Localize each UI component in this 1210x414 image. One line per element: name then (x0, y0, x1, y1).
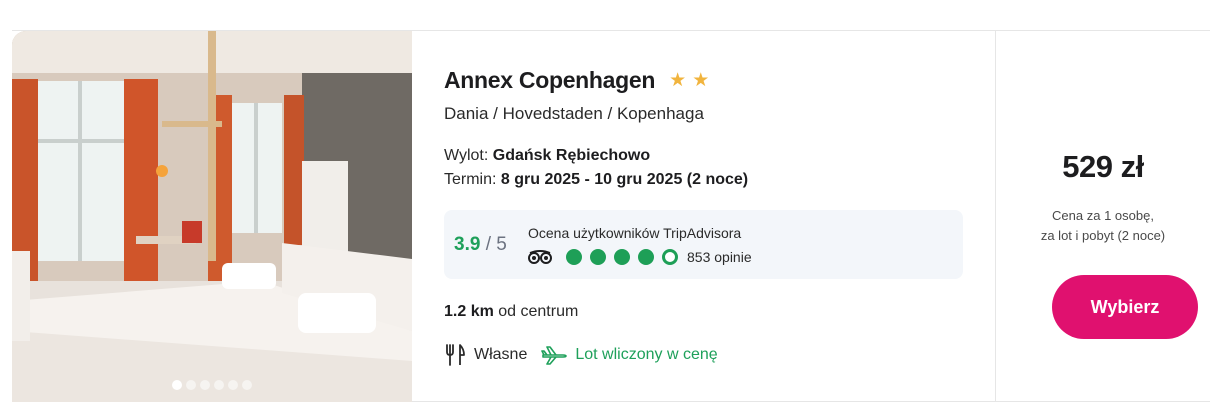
departure-label: Wylot: (444, 147, 489, 164)
gallery-dots[interactable] (12, 380, 412, 390)
rating-bubble-filled (590, 248, 606, 265)
flight-included: Lot wliczony w cenę (575, 346, 718, 363)
offer-card[interactable]: Annex Copenhagen ★ ★ Dania / Hovedstaden … (12, 30, 1210, 402)
gallery-dot[interactable] (186, 380, 196, 390)
tripadvisor-rating: 3.9 / 5 Ocena użytkowników TripAdvisora … (444, 210, 963, 279)
gallery-dot[interactable] (242, 380, 252, 390)
airplane-icon (541, 346, 568, 365)
tripadvisor-score: 3.9 / 5 (454, 234, 528, 256)
departure-value: Gdańsk Rębiechowo (492, 147, 651, 164)
price-note-line2: za lot i pobyt (2 noce) (1040, 228, 1166, 243)
hotel-room-image (12, 31, 412, 402)
term-label: Termin: (444, 171, 497, 188)
gallery-dot[interactable] (228, 380, 238, 390)
tripadvisor-label: Ocena użytkowników TripAdvisora (528, 224, 742, 241)
hotel-name[interactable]: Annex Copenhagen (444, 67, 655, 94)
distance-value: 1.2 km (444, 303, 494, 320)
select-button[interactable]: Wybierz (1052, 275, 1198, 339)
rating-bubble-filled (566, 248, 582, 265)
tripadvisor-bubbles (566, 248, 686, 265)
hotel-location: Dania / Hovedstaden / Kopenhaga (444, 104, 704, 123)
fork-knife-icon (446, 344, 465, 366)
hotel-stars: ★ ★ (669, 71, 709, 90)
rating-bubble-filled (614, 248, 630, 265)
hotel-photo[interactable] (12, 31, 412, 402)
distance-to-center: 1.2 km od centrum (444, 303, 995, 321)
gallery-dot[interactable] (200, 380, 210, 390)
gallery-dot[interactable] (214, 380, 224, 390)
star-icon: ★ (692, 70, 710, 91)
distance-suffix: od centrum (498, 303, 579, 320)
tripadvisor-score-max: / 5 (485, 233, 507, 255)
gallery-dot[interactable] (172, 380, 182, 390)
rating-bubble-filled (638, 248, 654, 265)
offer-features: Własne Lot wliczony w cenę (444, 343, 995, 367)
tripadvisor-score-value: 3.9 (454, 233, 481, 255)
price-panel: 529 zł Cena za 1 osobę, za lot i pobyt (… (996, 31, 1210, 401)
offer-info: Annex Copenhagen ★ ★ Dania / Hovedstaden … (412, 31, 996, 401)
tripadvisor-owl-icon (528, 249, 552, 264)
trip-details: Wylot: Gdańsk Rębiechowo Termin: 8 gru 2… (444, 144, 995, 192)
rating-bubble-empty (662, 248, 678, 265)
price-amount: 529 zł (1062, 149, 1144, 184)
star-icon: ★ (669, 70, 687, 91)
price-note-line1: Cena za 1 osobę, (1052, 208, 1154, 223)
price-note: Cena za 1 osobę, za lot i pobyt (2 noce) (996, 206, 1210, 246)
board-type: Własne (474, 346, 528, 363)
tripadvisor-reviews: 853 opinie (687, 248, 752, 265)
term-value: 8 gru 2025 - 10 gru 2025 (2 noce) (500, 171, 749, 188)
